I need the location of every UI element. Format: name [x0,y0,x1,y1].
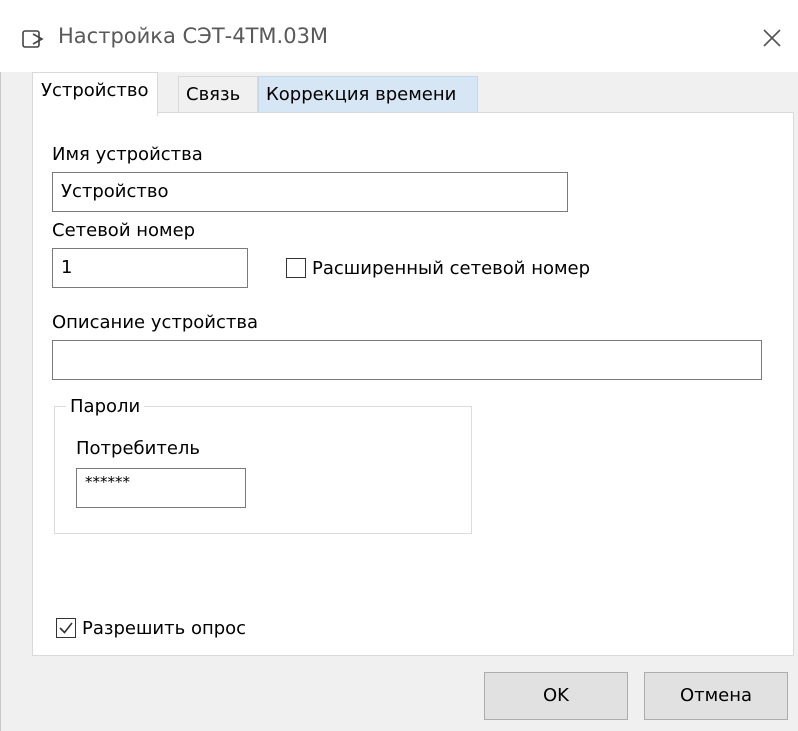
ok-button[interactable]: OK [484,672,628,720]
window-edge [0,0,1,731]
close-icon [752,29,792,61]
consumer-password-input[interactable]: ****** [76,468,246,508]
title-bar[interactable]: Настройка СЭТ-4ТМ.03М [0,0,798,72]
extended-net-number-checkbox[interactable] [286,258,306,278]
device-name-input[interactable]: Устройство [52,172,568,212]
extended-net-number-label: Расширенный сетевой номер [312,258,591,279]
tab-device[interactable]: Устройство [32,72,158,116]
consumer-password-label: Потребитель [76,438,201,459]
net-number-label: Сетевой номер [52,220,196,241]
allow-poll-checkbox[interactable] [56,618,76,638]
cancel-button[interactable]: Отмена [644,672,788,720]
passwords-group-title: Пароли [66,396,145,417]
description-label: Описание устройства [52,312,259,333]
window-title: Настройка СЭТ-4ТМ.03М [58,24,329,48]
allow-poll-label: Разрешить опрос [82,618,247,639]
net-number-input[interactable]: 1 [52,248,248,288]
description-input[interactable] [52,340,762,380]
window-icon [22,30,46,48]
close-button[interactable] [752,20,792,56]
tab-connection[interactable]: Связь [178,76,258,112]
tab-time-correction[interactable]: Коррекция времени [258,76,478,112]
checkmark-icon [57,619,75,637]
device-name-label: Имя устройства [52,144,203,165]
